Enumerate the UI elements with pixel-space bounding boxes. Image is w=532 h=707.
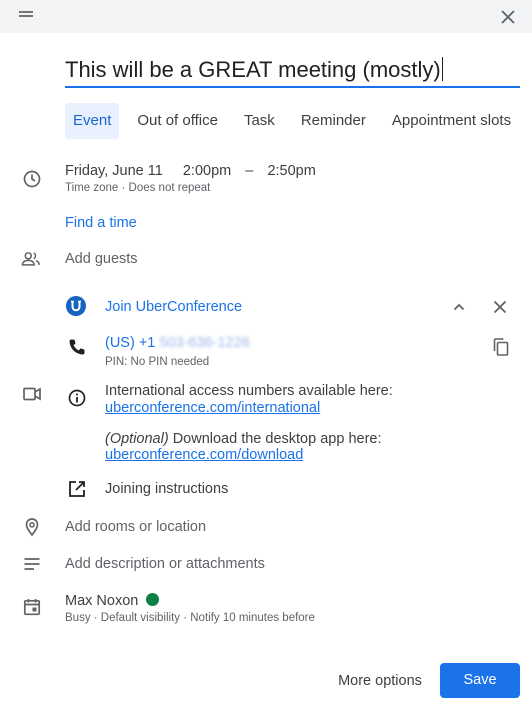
dialog-header bbox=[0, 0, 532, 33]
uberconference-logo-icon bbox=[66, 296, 86, 316]
repeat-setting[interactable]: Does not repeat bbox=[129, 182, 211, 194]
phone-country-prefix[interactable]: (US) +1 bbox=[105, 335, 155, 351]
remove-conference-icon[interactable] bbox=[490, 297, 510, 317]
text-cursor bbox=[441, 57, 443, 81]
clock-icon bbox=[23, 170, 41, 188]
close-icon[interactable] bbox=[498, 7, 518, 27]
phone-icon bbox=[69, 339, 85, 355]
joining-instructions-link[interactable]: Joining instructions bbox=[105, 481, 228, 497]
international-access-text: International access numbers available h… bbox=[105, 383, 393, 399]
timezone-repeat-row: Time zone · Does not repeat bbox=[65, 182, 210, 194]
event-date[interactable]: Friday, June 11 bbox=[65, 163, 163, 179]
event-title-input[interactable]: This will be a GREAT meeting (mostly) bbox=[65, 54, 520, 88]
join-uberconference-link[interactable]: Join UberConference bbox=[105, 299, 242, 315]
optional-label: (Optional) bbox=[105, 431, 169, 447]
event-start-time[interactable]: 2:00pm bbox=[183, 163, 231, 179]
time-range-dash: – bbox=[245, 163, 254, 179]
drag-handle-icon[interactable] bbox=[19, 11, 33, 17]
timezone-link[interactable]: Time zone bbox=[65, 182, 118, 194]
event-dialog: This will be a GREAT meeting (mostly) Ev… bbox=[0, 0, 532, 707]
video-camera-icon bbox=[23, 387, 41, 401]
tab-task[interactable]: Task bbox=[236, 103, 283, 139]
find-a-time-link[interactable]: Find a time bbox=[65, 215, 137, 231]
guests-icon bbox=[21, 252, 40, 266]
tab-out-of-office[interactable]: Out of office bbox=[129, 103, 226, 139]
calendar-owner-name: Max Noxon bbox=[65, 593, 139, 609]
busy-visibility-notify-text[interactable]: Busy · Default visibility · Notify 10 mi… bbox=[65, 612, 315, 624]
pin-text: PIN: No PIN needed bbox=[105, 356, 210, 368]
event-end-time[interactable]: 2:50pm bbox=[267, 163, 315, 179]
download-app-text: (Optional) Download the desktop app here… bbox=[105, 431, 382, 447]
add-description-input[interactable]: Add description or attachments bbox=[65, 556, 265, 572]
add-guests-input[interactable]: Add guests bbox=[65, 251, 138, 267]
tab-appointment-slots[interactable]: Appointment slots bbox=[384, 103, 519, 139]
separator-dot: · bbox=[121, 182, 126, 194]
calendar-owner-row[interactable]: Max Noxon bbox=[65, 593, 160, 609]
event-type-tabs: Event Out of office Task Reminder Appoin… bbox=[65, 103, 529, 139]
location-pin-icon bbox=[25, 518, 39, 537]
add-location-input[interactable]: Add rooms or location bbox=[65, 519, 206, 535]
download-app-link[interactable]: uberconference.com/download bbox=[105, 447, 303, 463]
more-options-button[interactable]: More options bbox=[326, 664, 434, 698]
dial-in-number[interactable]: (US) +1 503-636-1226 bbox=[105, 335, 250, 351]
download-app-description: Download the desktop app here: bbox=[172, 431, 382, 447]
phone-number-blurred[interactable]: 503-636-1226 bbox=[159, 335, 249, 351]
calendar-icon bbox=[23, 599, 41, 616]
event-title-text: This will be a GREAT meeting (mostly) bbox=[65, 57, 441, 82]
info-icon bbox=[68, 389, 86, 407]
datetime-row[interactable]: Friday, June 11 2:00pm – 2:50pm bbox=[65, 163, 316, 179]
calendar-color-dot[interactable] bbox=[146, 593, 160, 606]
international-numbers-link[interactable]: uberconference.com/international bbox=[105, 400, 320, 416]
chevron-up-icon[interactable] bbox=[449, 297, 469, 317]
save-button[interactable]: Save bbox=[440, 663, 520, 698]
description-icon bbox=[24, 558, 40, 570]
tab-event[interactable]: Event bbox=[65, 103, 120, 139]
tab-reminder[interactable]: Reminder bbox=[293, 103, 374, 139]
copy-icon[interactable] bbox=[491, 337, 511, 357]
open-in-new-icon bbox=[69, 481, 85, 497]
